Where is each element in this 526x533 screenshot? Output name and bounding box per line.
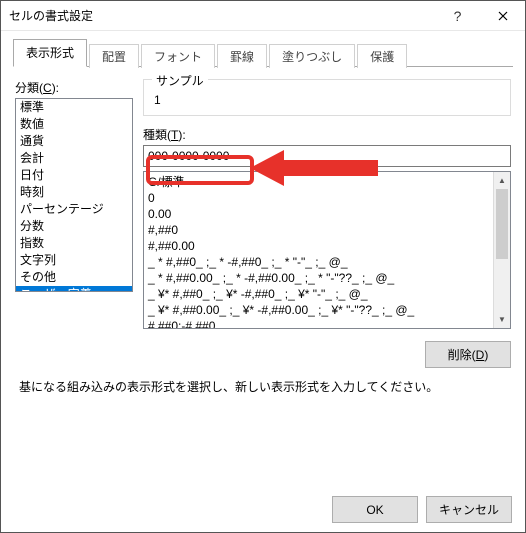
- help-button[interactable]: ?: [435, 1, 480, 30]
- format-item[interactable]: 0: [148, 190, 489, 206]
- format-item[interactable]: _ ¥* #,##0_ ;_ ¥* -#,##0_ ;_ ¥* "-"_ ;_ …: [148, 286, 489, 302]
- close-icon: [498, 11, 508, 21]
- category-item[interactable]: その他: [16, 269, 132, 286]
- category-list[interactable]: 標準 数値 通貨 会計 日付 時刻 パーセンテージ 分数 指数 文字列 その他 …: [15, 98, 133, 292]
- category-item[interactable]: 分数: [16, 218, 132, 235]
- format-list[interactable]: G/標準 0 0.00 #,##0 #,##0.00 _ * #,##0_ ;_…: [143, 171, 511, 329]
- delete-button[interactable]: 削除(D): [425, 341, 511, 368]
- type-label: 種類(T):: [143, 126, 511, 143]
- content-area: 分類(C): 標準 数値 通貨 会計 日付 時刻 パーセンテージ 分数 指数 文…: [1, 67, 525, 335]
- tab-border[interactable]: 罫線: [217, 44, 267, 68]
- scroll-down-icon[interactable]: ▼: [494, 311, 510, 328]
- category-item[interactable]: 会計: [16, 150, 132, 167]
- category-item[interactable]: 時刻: [16, 184, 132, 201]
- category-item-selected[interactable]: ユーザー定義: [16, 286, 132, 292]
- tab-font[interactable]: フォント: [141, 44, 215, 68]
- hint-text: 基になる組み込みの表示形式を選択し、新しい表示形式を入力してください。: [1, 368, 525, 395]
- category-item[interactable]: 通貨: [16, 133, 132, 150]
- format-item[interactable]: _ ¥* #,##0.00_ ;_ ¥* -#,##0.00_ ;_ ¥* "-…: [148, 302, 489, 318]
- window-title: セルの書式設定: [9, 7, 435, 24]
- sample-group: サンプル 1: [143, 79, 511, 116]
- category-label: 分類(C):: [15, 79, 133, 96]
- scroll-thumb[interactable]: [496, 189, 508, 259]
- tab-bar: 表示形式 配置 フォント 罫線 塗りつぶし 保護: [1, 31, 525, 67]
- tab-protection[interactable]: 保護: [357, 44, 407, 68]
- tab-fill[interactable]: 塗りつぶし: [269, 44, 355, 68]
- category-item[interactable]: 指数: [16, 235, 132, 252]
- tab-format[interactable]: 表示形式: [13, 39, 87, 67]
- tab-alignment[interactable]: 配置: [89, 44, 139, 68]
- category-item[interactable]: パーセンテージ: [16, 201, 132, 218]
- type-input[interactable]: [143, 145, 511, 167]
- format-item[interactable]: #,##0.00: [148, 238, 489, 254]
- format-item[interactable]: #,##0;-#,##0: [148, 318, 489, 328]
- format-item[interactable]: 0.00: [148, 206, 489, 222]
- format-item[interactable]: G/標準: [148, 174, 489, 190]
- format-item[interactable]: _ * #,##0.00_ ;_ * -#,##0.00_ ;_ * "-"??…: [148, 270, 489, 286]
- category-item[interactable]: 日付: [16, 167, 132, 184]
- category-item[interactable]: 数値: [16, 116, 132, 133]
- sample-label: サンプル: [152, 72, 208, 89]
- sample-value: 1: [152, 93, 502, 107]
- ok-button[interactable]: OK: [332, 496, 418, 523]
- format-item[interactable]: #,##0: [148, 222, 489, 238]
- titlebar: セルの書式設定 ?: [1, 1, 525, 31]
- format-item[interactable]: _ * #,##0_ ;_ * -#,##0_ ;_ * "-"_ ;_ @_: [148, 254, 489, 270]
- format-scrollbar[interactable]: ▲ ▼: [493, 172, 510, 328]
- cancel-button[interactable]: キャンセル: [426, 496, 512, 523]
- category-item[interactable]: 標準: [16, 99, 132, 116]
- close-button[interactable]: [480, 1, 525, 30]
- category-item[interactable]: 文字列: [16, 252, 132, 269]
- scroll-up-icon[interactable]: ▲: [494, 172, 510, 189]
